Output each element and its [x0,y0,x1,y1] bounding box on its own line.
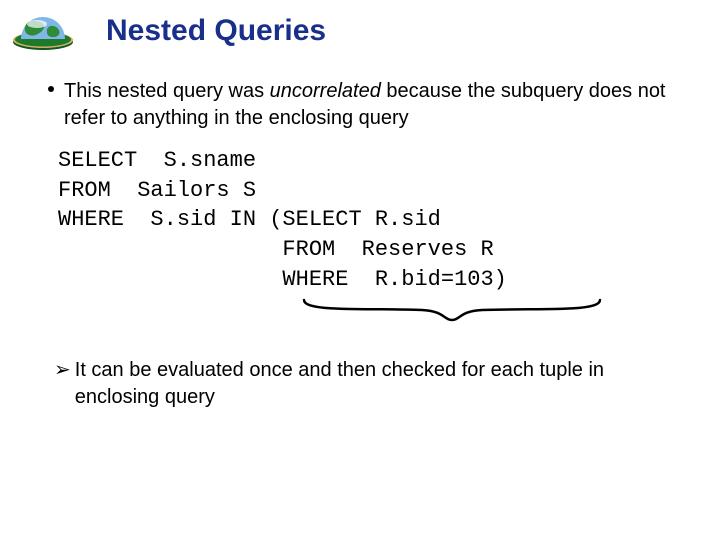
note-item: ➢ It can be evaluated once and then chec… [54,357,680,411]
code-line: FROM Reserves R [58,237,494,262]
arrowhead-icon: ➢ [54,357,71,384]
note-text: It can be evaluated once and then checke… [75,357,680,411]
slide: Nested Queries This nested query was unc… [0,0,720,540]
bullet-dot-icon [48,86,54,92]
code-line: FROM Sailors S [58,178,256,203]
bullet-text: This nested query was uncorrelated becau… [64,78,680,132]
bullet-text-pre: This nested query was [64,80,270,102]
bullet-item: This nested query was uncorrelated becau… [48,78,680,132]
code-line: WHERE S.sid IN (SELECT R.sid [58,207,441,232]
slide-title: Nested Queries [106,14,680,48]
sql-code-block: SELECT S.sname FROM Sailors S WHERE S.si… [58,146,680,294]
code-line: SELECT S.sname [58,148,256,173]
globe-disc-icon [8,8,78,52]
curly-brace-icon [302,298,602,324]
bullet-text-em: uncorrelated [270,80,381,102]
code-line: WHERE R.bid=103) [58,267,507,292]
